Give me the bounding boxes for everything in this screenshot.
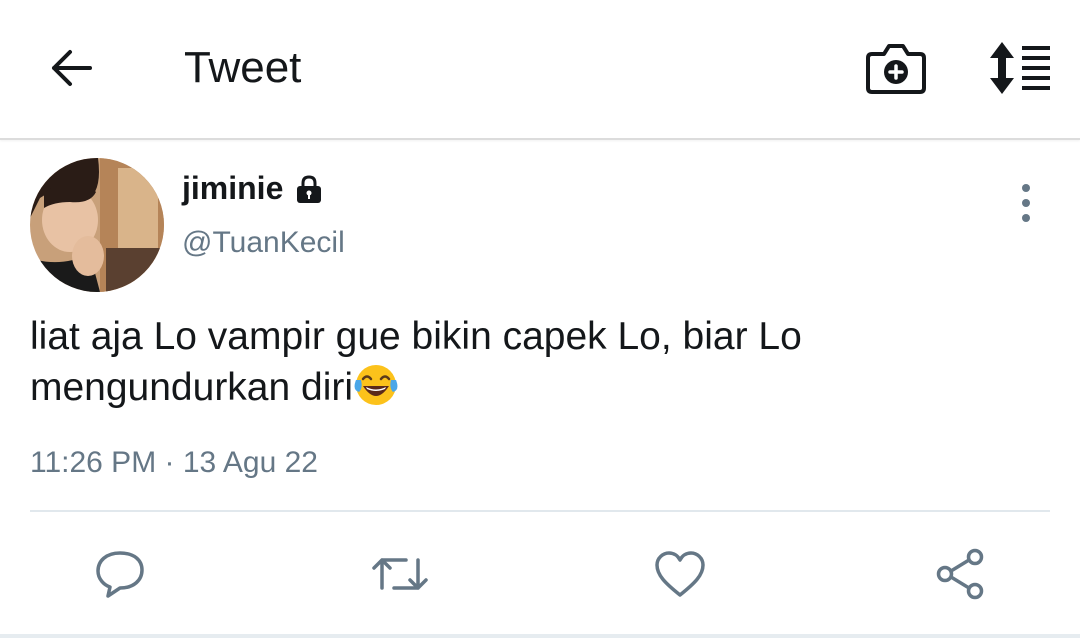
like-button[interactable]: [650, 546, 710, 602]
author-name-row: jiminie: [182, 170, 325, 207]
lock-icon: [297, 174, 322, 203]
author-name[interactable]: jiminie: [182, 170, 283, 207]
more-options-button[interactable]: [1006, 180, 1046, 226]
arrow-left-icon: [52, 50, 92, 86]
share-icon: [936, 548, 984, 600]
page-title: Tweet: [184, 43, 302, 92]
bottom-divider: [0, 634, 1080, 638]
tweet-text: liat aja Lo vampir gue bikin capek Lo, b…: [30, 315, 802, 409]
share-button[interactable]: [930, 546, 990, 602]
reply-button[interactable]: [90, 546, 150, 602]
camera-plus-icon: [866, 44, 926, 94]
avatar-photo: [30, 158, 164, 292]
camera-button[interactable]: [864, 38, 928, 98]
tweet-timestamp: 11:26 PM · 13 Agu 22: [30, 446, 318, 479]
tweet-body: liat aja Lo vampir gue bikin capek Lo, b…: [30, 312, 1040, 413]
author-handle[interactable]: @TuanKecil: [182, 226, 345, 260]
sort-button[interactable]: [984, 40, 1054, 96]
author-avatar[interactable]: [30, 158, 164, 292]
retweet-button[interactable]: [370, 546, 430, 602]
more-vertical-icon: [1022, 184, 1030, 222]
reply-icon: [96, 551, 144, 598]
face-with-tears-of-joy-icon: [354, 365, 398, 405]
back-button[interactable]: [42, 42, 100, 94]
sort-list-icon: [990, 42, 1050, 94]
retweet-icon: [372, 558, 428, 590]
divider: [30, 510, 1050, 512]
top-app-bar: Tweet: [0, 0, 1080, 140]
like-icon: [655, 551, 705, 597]
